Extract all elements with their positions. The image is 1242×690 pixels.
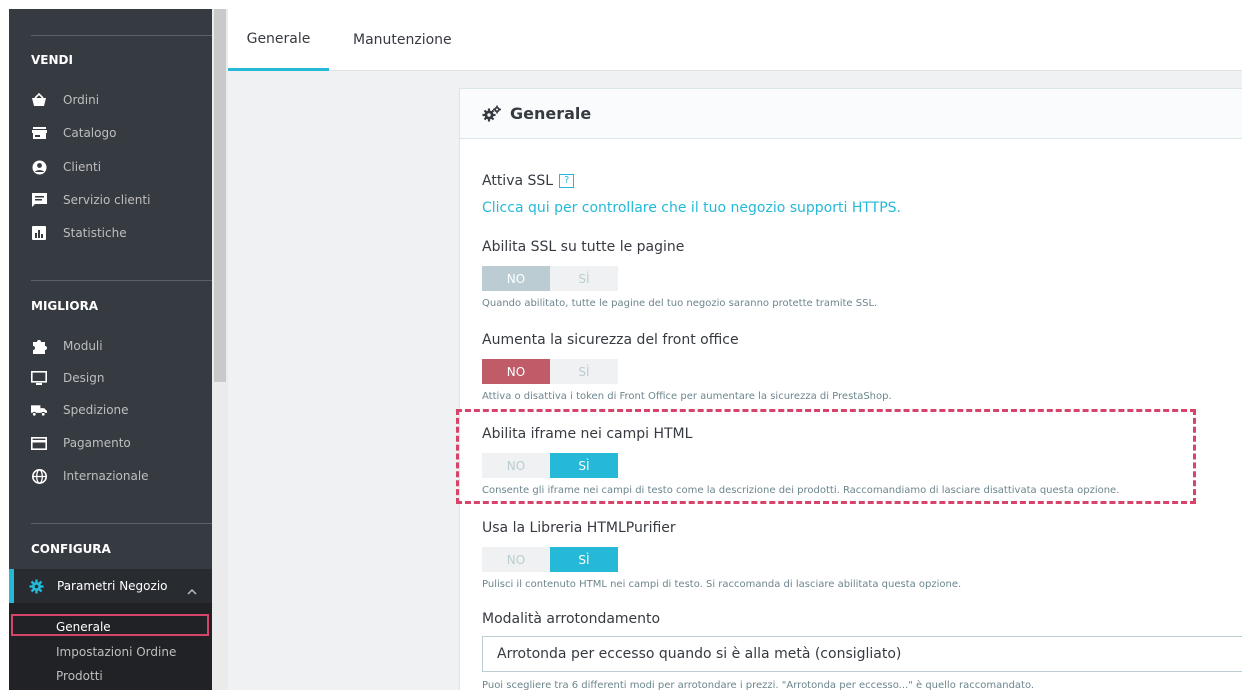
setting-help: Pulisci il contenuto HTML nei campi di t…: [482, 579, 962, 590]
https-check-link[interactable]: Clicca qui per controllare che il tuo ne…: [482, 200, 901, 216]
sidebar-item-label: Ordini: [63, 93, 100, 107]
highlight-dashed-frame: [456, 409, 1196, 504]
sidebar-item-spedizione[interactable]: Spedizione: [31, 395, 212, 425]
chevron-up-icon: [187, 580, 197, 599]
cogs-icon: [482, 105, 502, 123]
switch-yes-option[interactable]: SÌ: [550, 359, 618, 384]
setting-help: Quando abilitato, tutte le pagine del tu…: [482, 298, 878, 309]
sidebar-item-internazionale[interactable]: Internazionale: [31, 461, 212, 491]
setting-help: Puoi scegliere tra 6 differenti modi per…: [482, 680, 1035, 690]
section-title-vendi: VENDI: [31, 53, 73, 67]
submenu-item-prodotti[interactable]: Prodotti: [56, 669, 103, 683]
settings-card: Generale Attiva SSL? Clicca qui per cont…: [459, 88, 1242, 690]
sidebar-item-statistiche[interactable]: Statistiche: [31, 218, 212, 248]
tab-bar: Generale Manutenzione: [228, 9, 1242, 71]
submenu-item-impostazioni-ordine[interactable]: Impostazioni Ordine: [56, 645, 176, 659]
puzzle-icon: [31, 338, 47, 354]
help-badge[interactable]: ?: [559, 174, 575, 188]
setting-label: Modalità arrotondamento: [482, 611, 661, 627]
htmlpurifier-switch[interactable]: NO SÌ: [482, 547, 618, 572]
ssl-all-pages-switch[interactable]: NO SÌ: [482, 266, 618, 291]
sidebar-item-catalogo[interactable]: Catalogo: [31, 118, 212, 148]
setting-label: Usa la Libreria HTMLPurifier: [482, 520, 676, 536]
ssl-label: Attiva SSL?: [482, 173, 575, 189]
sidebar-item-label: Design: [63, 371, 105, 385]
sidebar-item-ordini[interactable]: Ordini: [31, 85, 212, 115]
highlight-frame: [11, 614, 209, 636]
sidebar-item-label: Moduli: [63, 339, 103, 353]
sidebar-item-clienti[interactable]: Clienti: [31, 152, 212, 182]
sidebar-item-label: Statistiche: [63, 226, 127, 240]
setting-help: Attiva o disattiva i token di Front Offi…: [482, 391, 892, 402]
switch-no-option[interactable]: NO: [482, 359, 550, 384]
gear-icon: [29, 579, 45, 594]
sidebar-item-moduli[interactable]: Moduli: [31, 331, 212, 361]
switch-no-option[interactable]: NO: [482, 547, 550, 572]
basket-icon: [31, 92, 47, 108]
sidebar-item-servizio-clienti[interactable]: Servizio clienti: [31, 185, 212, 215]
sidebar-divider: [31, 35, 212, 36]
section-title-configura: CONFIGURA: [31, 542, 111, 556]
switch-no-option[interactable]: NO: [482, 266, 550, 291]
card-title: Generale: [510, 104, 592, 123]
sidebar-item-label: Clienti: [63, 160, 102, 174]
sidebar-divider: [31, 280, 212, 281]
sidebar-item-parametri-negozio[interactable]: Parametri Negozio: [9, 569, 212, 603]
sidebar-item-label: Parametri Negozio: [57, 579, 168, 593]
setting-label: Aumenta la sicurezza del front office: [482, 332, 739, 348]
tab-generale[interactable]: Generale: [228, 9, 329, 71]
rounding-mode-select[interactable]: Arrotonda per eccesso quando si è alla m…: [482, 636, 1242, 672]
account-circle-icon: [31, 159, 47, 175]
tab-manutenzione[interactable]: Manutenzione: [353, 9, 473, 71]
truck-icon: [31, 402, 47, 418]
switch-yes-option[interactable]: SÌ: [550, 266, 618, 291]
sidebar-item-pagamento[interactable]: Pagamento: [31, 428, 212, 458]
chat-icon: [31, 192, 47, 208]
sidebar-item-label: Catalogo: [63, 126, 117, 140]
globe-icon: [31, 468, 47, 484]
switch-yes-option[interactable]: SÌ: [550, 547, 618, 572]
sidebar-divider: [31, 523, 212, 524]
card-header: Generale: [460, 89, 1242, 139]
bar-chart-icon: [31, 225, 47, 241]
credit-card-icon: [31, 435, 47, 451]
section-title-migliora: MIGLIORA: [31, 299, 99, 313]
sidebar-item-design[interactable]: Design: [31, 363, 212, 393]
sidebar-item-label: Internazionale: [63, 469, 149, 483]
front-office-security-switch[interactable]: NO SÌ: [482, 359, 618, 384]
setting-label: Abilita SSL su tutte le pagine: [482, 239, 685, 255]
ssl-label-text: Attiva SSL: [482, 173, 554, 189]
store-icon: [31, 125, 47, 141]
sidebar-item-label: Servizio clienti: [63, 193, 151, 207]
sidebar: VENDI Ordini Catalogo Clienti Servizio c…: [9, 9, 212, 690]
sidebar-item-label: Spedizione: [63, 403, 129, 417]
sidebar-item-label: Pagamento: [63, 436, 131, 450]
admin-page: VENDI Ordini Catalogo Clienti Servizio c…: [9, 9, 1242, 690]
monitor-icon: [31, 370, 47, 386]
scrollbar-thumb[interactable]: [214, 9, 226, 382]
